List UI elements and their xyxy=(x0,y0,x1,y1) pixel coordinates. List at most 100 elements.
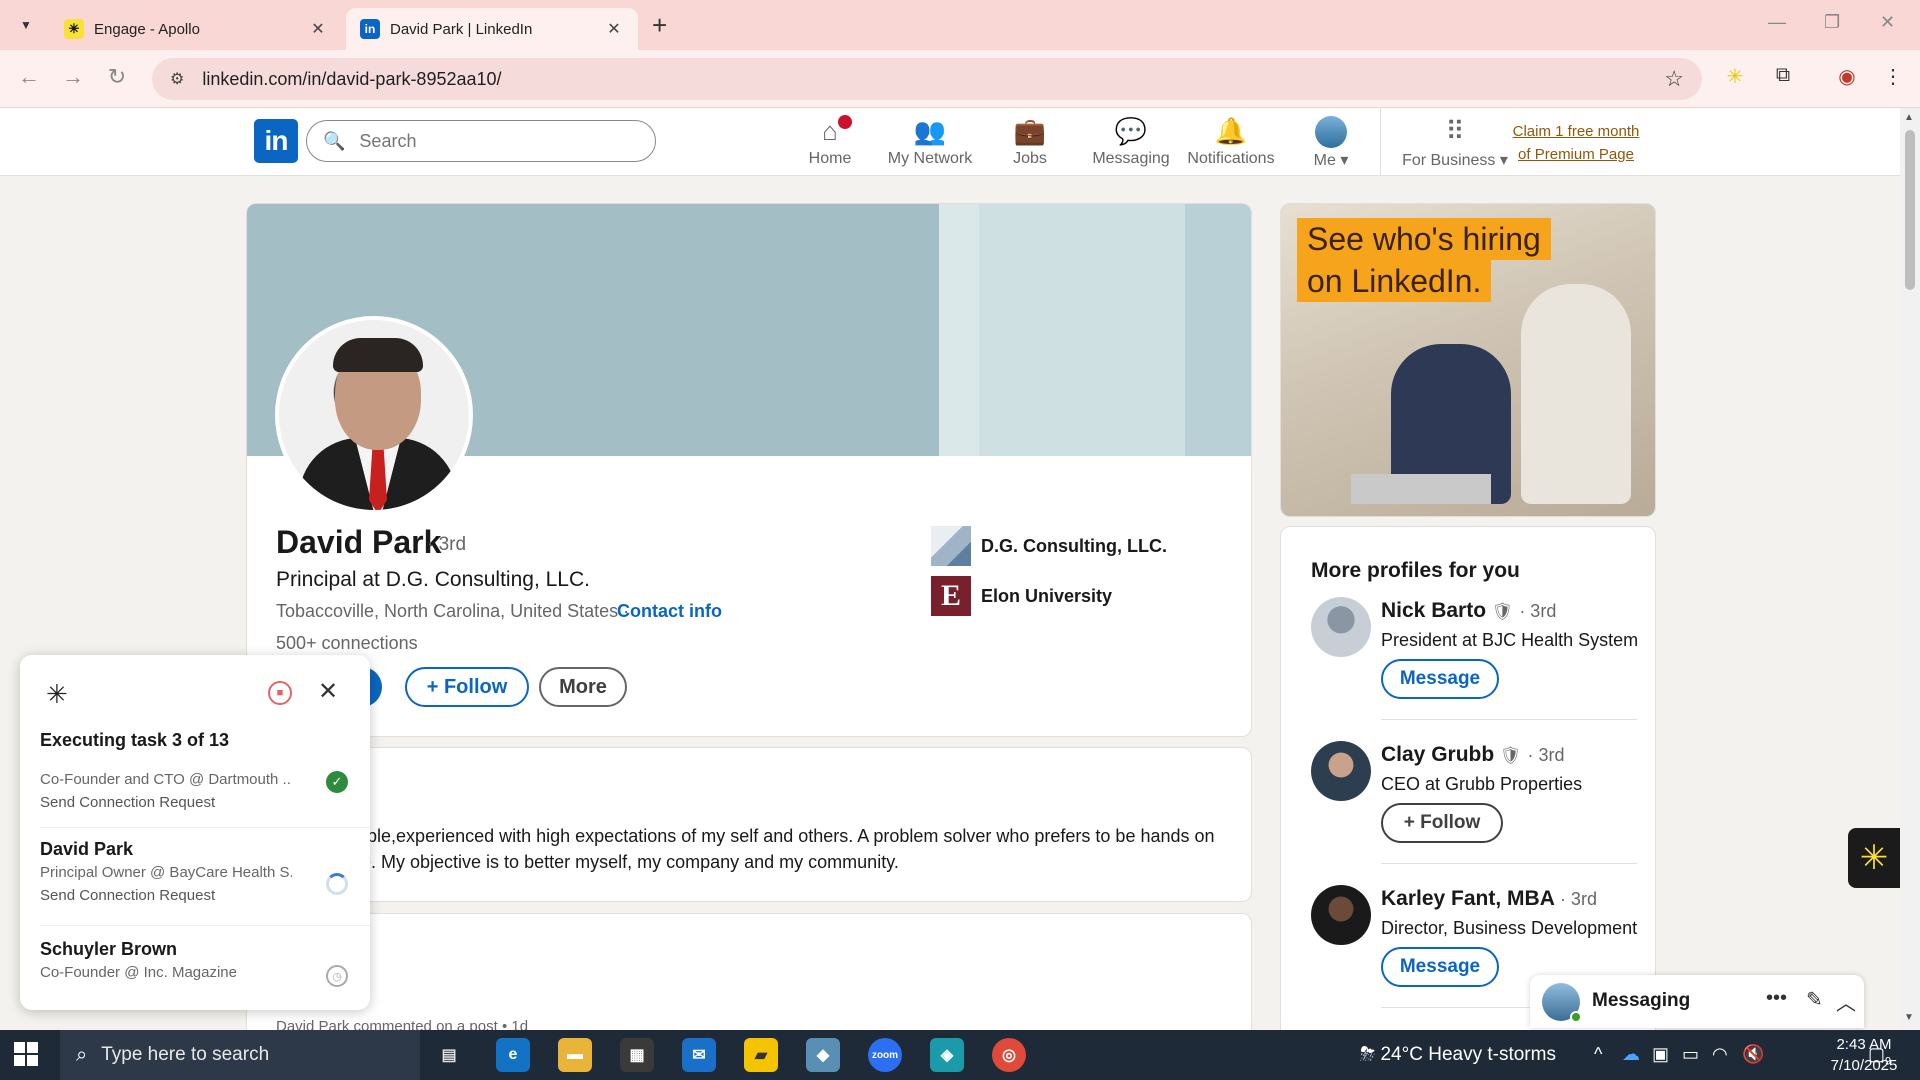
task-item[interactable]: Co-Founder and CTO @ Dartmouth ... Send … xyxy=(40,767,352,811)
profile-link[interactable]: Karley Fant, MBA · 3rd xyxy=(1381,887,1597,911)
clock[interactable]: 2:43 AM 7/10/2025 xyxy=(1824,1034,1904,1076)
notification-center-icon[interactable]: ▢9 xyxy=(1868,1044,1891,1068)
task-name: David Park xyxy=(40,839,134,859)
app-icon[interactable]: ◆ xyxy=(806,1038,840,1072)
hiring-ad[interactable]: See who's hiring on LinkedIn. xyxy=(1280,203,1656,517)
more-profiles-title: More profiles for you xyxy=(1311,559,1520,582)
home-icon: ⌂ xyxy=(782,113,878,146)
task-item[interactable]: David Park Principal Owner @ BayCare Hea… xyxy=(40,839,352,904)
chevron-up-icon[interactable]: ︿ xyxy=(1836,987,1856,1016)
minimize-icon[interactable]: — xyxy=(1768,12,1786,33)
apollo-extension-icon[interactable]: ✳ xyxy=(1720,64,1750,89)
zoom-icon[interactable]: zoom xyxy=(868,1038,902,1072)
browser-menu-icon[interactable]: ⋮ xyxy=(1878,64,1908,89)
forward-icon[interactable]: → xyxy=(58,64,88,90)
nav-jobs[interactable]: 💼 Jobs xyxy=(982,116,1078,168)
sticky-notes-icon[interactable]: ▰ xyxy=(744,1038,778,1072)
tray-app-icon[interactable]: ▣ xyxy=(1652,1044,1669,1065)
edge-icon[interactable]: e xyxy=(496,1038,530,1072)
chevron-up-icon[interactable]: ^ xyxy=(1594,1044,1602,1065)
profile-link[interactable]: Nick Barto 🛡 · 3rd xyxy=(1381,599,1556,623)
nav-my-network[interactable]: 👥 My Network xyxy=(882,116,978,168)
school-name: Elon University xyxy=(981,585,1113,606)
weather-text: 24°C Heavy t-storms xyxy=(1380,1044,1556,1065)
connections-count[interactable]: 500+ connections xyxy=(276,633,418,654)
back-icon[interactable]: ← xyxy=(14,64,44,90)
apollo-launcher-icon[interactable]: ✳ xyxy=(1848,828,1900,888)
more-options-icon[interactable]: ••• xyxy=(1766,987,1787,1010)
mail-icon[interactable]: ✉ xyxy=(682,1038,716,1072)
bookmark-star-icon[interactable]: ☆ xyxy=(1664,66,1684,92)
chrome-icon[interactable]: ◎ xyxy=(992,1038,1026,1072)
onedrive-icon[interactable]: ☁ xyxy=(1622,1044,1640,1065)
scroll-up-icon[interactable]: ▲ xyxy=(1904,112,1914,123)
avatar[interactable] xyxy=(1311,741,1371,801)
close-tab-icon[interactable]: ✕ xyxy=(308,19,328,39)
wifi-icon[interactable]: ◠ xyxy=(1712,1044,1728,1065)
taskbar-search[interactable]: ⌕ Type here to search xyxy=(60,1030,420,1080)
nav-label: Messaging xyxy=(1092,150,1170,167)
nav-me[interactable]: Me ▾ xyxy=(1283,116,1379,170)
nav-notifications[interactable]: 🔔 Notifications xyxy=(1183,116,1279,168)
avatar[interactable] xyxy=(1311,597,1371,657)
message-button[interactable]: Message xyxy=(1381,659,1499,699)
avatar[interactable] xyxy=(1311,885,1371,945)
nav-for-business[interactable]: ⠿ For Business ▾ xyxy=(1400,116,1510,170)
about-text: eople,experienced with high expectations… xyxy=(347,826,1215,872)
messaging-overlay-bar[interactable]: Messaging ••• ✎ ︿ xyxy=(1530,975,1864,1028)
more-button[interactable]: More xyxy=(539,667,627,707)
file-explorer-icon[interactable]: ▬ xyxy=(558,1038,592,1072)
window-close-icon[interactable]: ✕ xyxy=(1880,12,1895,33)
restore-icon[interactable]: ❐ xyxy=(1824,12,1840,33)
nav-messaging[interactable]: 💬 Messaging xyxy=(1083,116,1179,168)
nav-label: My Network xyxy=(887,150,973,167)
tab-search-button[interactable]: ▼ xyxy=(12,12,40,38)
tab-apollo[interactable]: ✳ Engage - Apollo ✕ xyxy=(50,8,342,50)
close-tab-icon[interactable]: ✕ xyxy=(604,19,624,39)
message-button[interactable]: Message xyxy=(1381,947,1499,987)
current-company-link[interactable]: D.G. Consulting, LLC. xyxy=(931,526,1167,566)
search-box[interactable]: 🔍 xyxy=(306,120,656,162)
notification-badge xyxy=(836,113,854,131)
follow-button[interactable]: + Follow xyxy=(1381,803,1503,843)
compose-icon[interactable]: ✎ xyxy=(1806,987,1823,1012)
nav-home[interactable]: ⌂ Home xyxy=(782,113,878,168)
ad-headline-1: See who's hiring xyxy=(1297,218,1551,260)
school-logo: E xyxy=(931,576,971,616)
site-info-icon[interactable]: ⚙ xyxy=(170,69,184,89)
briefcase-icon: 💼 xyxy=(1013,116,1047,146)
tab-linkedin[interactable]: in David Park | LinkedIn ✕ xyxy=(346,8,638,50)
battery-icon[interactable]: ▭ xyxy=(1682,1044,1699,1065)
address-bar[interactable]: ⚙ linkedin.com/in/david-park-8952aa10/ ☆ xyxy=(152,58,1702,100)
close-icon[interactable]: ✕ xyxy=(318,677,338,706)
windows-start-icon[interactable] xyxy=(14,1042,38,1066)
profile-headline: Principal at D.G. Consulting, LLC. xyxy=(276,568,590,591)
check-icon: ✓ xyxy=(326,771,348,793)
stop-icon[interactable]: ■ xyxy=(268,681,292,705)
education-link[interactable]: E Elon University xyxy=(931,576,1112,616)
connection-degree: · 3rd xyxy=(1519,601,1557,621)
reload-icon[interactable]: ↻ xyxy=(102,64,132,90)
profile-icon[interactable]: ◉ xyxy=(1832,64,1862,89)
store-icon[interactable]: ▦ xyxy=(620,1038,654,1072)
linkedin-logo[interactable]: in xyxy=(254,119,298,163)
contact-info-link[interactable]: Contact info xyxy=(617,601,722,622)
profile-photo[interactable] xyxy=(275,316,473,514)
premium-offer-link[interactable]: Claim 1 free month of Premium Page xyxy=(1506,120,1646,166)
profile-link[interactable]: Clay Grubb 🛡 · 3rd xyxy=(1381,743,1564,767)
weather-widget[interactable]: ⛈ 24°C Heavy t-storms xyxy=(1360,1044,1556,1066)
follow-button[interactable]: + Follow xyxy=(405,667,529,707)
extensions-puzzle-icon[interactable]: ⧉ xyxy=(1768,64,1798,87)
new-tab-button[interactable]: + xyxy=(652,12,667,38)
search-input[interactable] xyxy=(359,130,640,152)
scroll-down-icon[interactable]: ▼ xyxy=(1904,1012,1914,1023)
apollo-logo-icon: ✳ xyxy=(46,679,68,709)
app-icon[interactable]: ◈ xyxy=(930,1038,964,1072)
task-view-icon[interactable]: ▤ xyxy=(432,1038,466,1072)
task-item[interactable]: Schuyler Brown Co-Founder @ Inc. Magazin… xyxy=(40,939,352,987)
linkedin-header: in 🔍 ⌂ Home 👥 My Network 💼 Jobs 💬 Messag… xyxy=(0,108,1900,176)
scrollbar-thumb[interactable] xyxy=(1905,130,1915,290)
header-divider xyxy=(1380,108,1381,176)
connection-degree: · 3rd xyxy=(1559,889,1597,909)
volume-muted-icon[interactable]: 🔇 xyxy=(1742,1044,1764,1065)
